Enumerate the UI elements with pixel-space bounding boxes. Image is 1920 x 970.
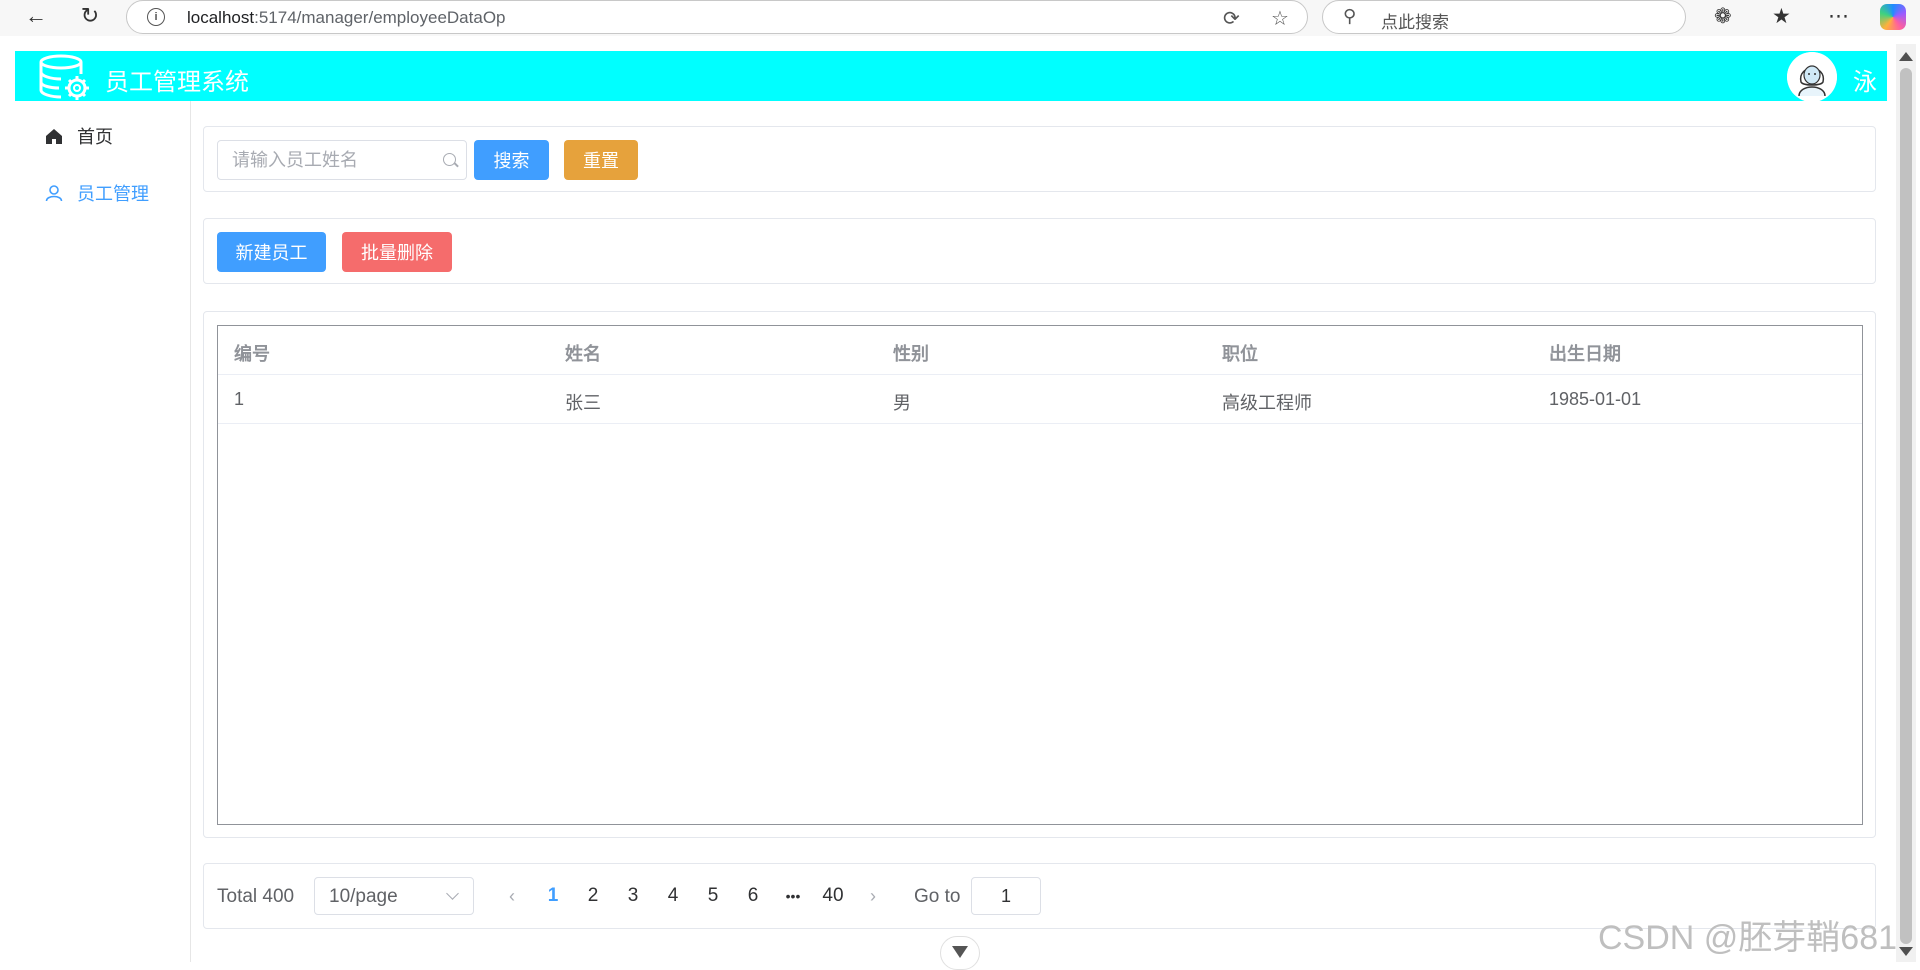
page-5[interactable]: 5 <box>697 877 729 915</box>
cell-gender: 男 <box>893 393 911 413</box>
app-header: 员工管理系统 泳 <box>15 51 1887 102</box>
browser-search-placeholder: 点此搜索 <box>1381 13 1449 32</box>
column-header-position[interactable]: 职位 <box>1222 340 1258 366</box>
scroll-up-arrow-icon[interactable] <box>1899 52 1913 61</box>
column-header-id[interactable]: 编号 <box>234 340 270 366</box>
sidebar-item-label: 首页 <box>77 127 113 147</box>
cell-position: 高级工程师 <box>1222 393 1312 413</box>
watermark: CSDN @胚芽鞘681 <box>1598 919 1898 957</box>
read-aloud-icon[interactable]: ⟳ <box>1223 6 1240 31</box>
browser-toolbar: ← ↻ i localhost:5174/manager/employeeDat… <box>0 0 1920 36</box>
add-employee-button[interactable]: 新建员工 <box>217 232 326 272</box>
url-host: localhost <box>187 8 255 27</box>
user-avatar-icon <box>1787 52 1837 102</box>
page-6[interactable]: 6 <box>737 877 769 915</box>
scrollbar-thumb[interactable] <box>1900 68 1912 944</box>
employee-table: 编号 姓名 性别 职位 出生日期 1 张三 男 高级工程师 1985-01-01 <box>217 325 1863 825</box>
sidebar-item-employees[interactable]: 员工管理 <box>15 165 191 221</box>
goto-label: Go to <box>914 886 961 907</box>
more-menu-icon[interactable]: ⋯ <box>1828 4 1849 29</box>
sidebar-item-home[interactable]: 首页 <box>15 108 191 164</box>
avatar[interactable] <box>1787 52 1837 102</box>
reload-icon[interactable]: ↻ <box>74 0 106 32</box>
search-icon <box>443 153 456 166</box>
page-40[interactable]: 40 <box>817 877 849 915</box>
chevron-down-icon <box>446 887 459 900</box>
column-header-birthdate[interactable]: 出生日期 <box>1549 340 1621 366</box>
search-button[interactable]: 搜索 <box>474 140 549 180</box>
url-text[interactable]: localhost:5174/manager/employeeDataOp <box>187 8 506 28</box>
action-panel: 新建员工 批量删除 <box>203 218 1876 284</box>
home-icon <box>46 129 62 144</box>
goto-page-input[interactable] <box>972 878 1040 914</box>
site-info-icon[interactable]: i <box>147 8 165 26</box>
employee-name-field[interactable] <box>217 140 467 180</box>
sidebar: 首页 员工管理 <box>15 101 191 962</box>
back-arrow-icon[interactable]: ← <box>20 0 52 32</box>
app-title: 员工管理系统 <box>105 70 249 96</box>
scroll-down-button[interactable] <box>940 936 980 970</box>
browser-search-box[interactable]: ⚲ 点此搜索 <box>1322 0 1686 34</box>
prev-page-icon[interactable]: ‹ <box>496 877 528 915</box>
page-size-select[interactable]: 10/page <box>314 877 474 915</box>
table-panel: 编号 姓名 性别 职位 出生日期 1 张三 男 高级工程师 1985-01-01 <box>203 311 1876 838</box>
sidebar-item-label: 员工管理 <box>77 184 149 204</box>
column-header-gender[interactable]: 性别 <box>893 340 929 366</box>
next-page-icon[interactable]: › <box>857 877 889 915</box>
copilot-icon[interactable] <box>1880 4 1906 30</box>
user-icon <box>45 185 63 202</box>
page-1[interactable]: 1 <box>537 877 569 915</box>
scroll-down-arrow-icon[interactable] <box>1899 947 1913 956</box>
table-header-row: 编号 姓名 性别 职位 出生日期 <box>218 326 1862 375</box>
pagination-total: Total 400 <box>217 886 295 907</box>
cell-birthdate: 1985-01-01 <box>1549 389 1642 409</box>
extensions-icon[interactable]: ❁ <box>1714 4 1732 29</box>
batch-delete-button[interactable]: 批量删除 <box>342 232 452 272</box>
favorite-star-icon[interactable]: ☆ <box>1271 6 1289 31</box>
page-size-value: 10/page <box>329 886 398 907</box>
more-pages-icon[interactable]: ••• <box>777 877 809 915</box>
table-row[interactable]: 1 张三 男 高级工程师 1985-01-01 <box>218 375 1862 424</box>
address-bar[interactable]: i localhost:5174/manager/employeeDataOp … <box>126 0 1308 34</box>
goto-page-field[interactable] <box>971 877 1041 915</box>
reset-button[interactable]: 重置 <box>564 140 638 180</box>
search-icon: ⚲ <box>1343 6 1357 26</box>
cell-id: 1 <box>234 389 245 409</box>
database-settings-icon <box>39 54 89 100</box>
page-4[interactable]: 4 <box>657 877 689 915</box>
page-2[interactable]: 2 <box>577 877 609 915</box>
cell-name: 张三 <box>565 393 601 413</box>
search-panel: 搜索 重置 <box>203 126 1876 192</box>
favorites-list-icon[interactable]: ★ <box>1772 4 1791 29</box>
page-3[interactable]: 3 <box>617 877 649 915</box>
user-name[interactable]: 泳 <box>1853 62 1877 97</box>
url-path: :5174/manager/employeeDataOp <box>254 8 506 27</box>
column-header-name[interactable]: 姓名 <box>565 340 601 366</box>
employee-name-input[interactable] <box>218 141 466 179</box>
page-scrollbar[interactable] <box>1896 44 1916 962</box>
